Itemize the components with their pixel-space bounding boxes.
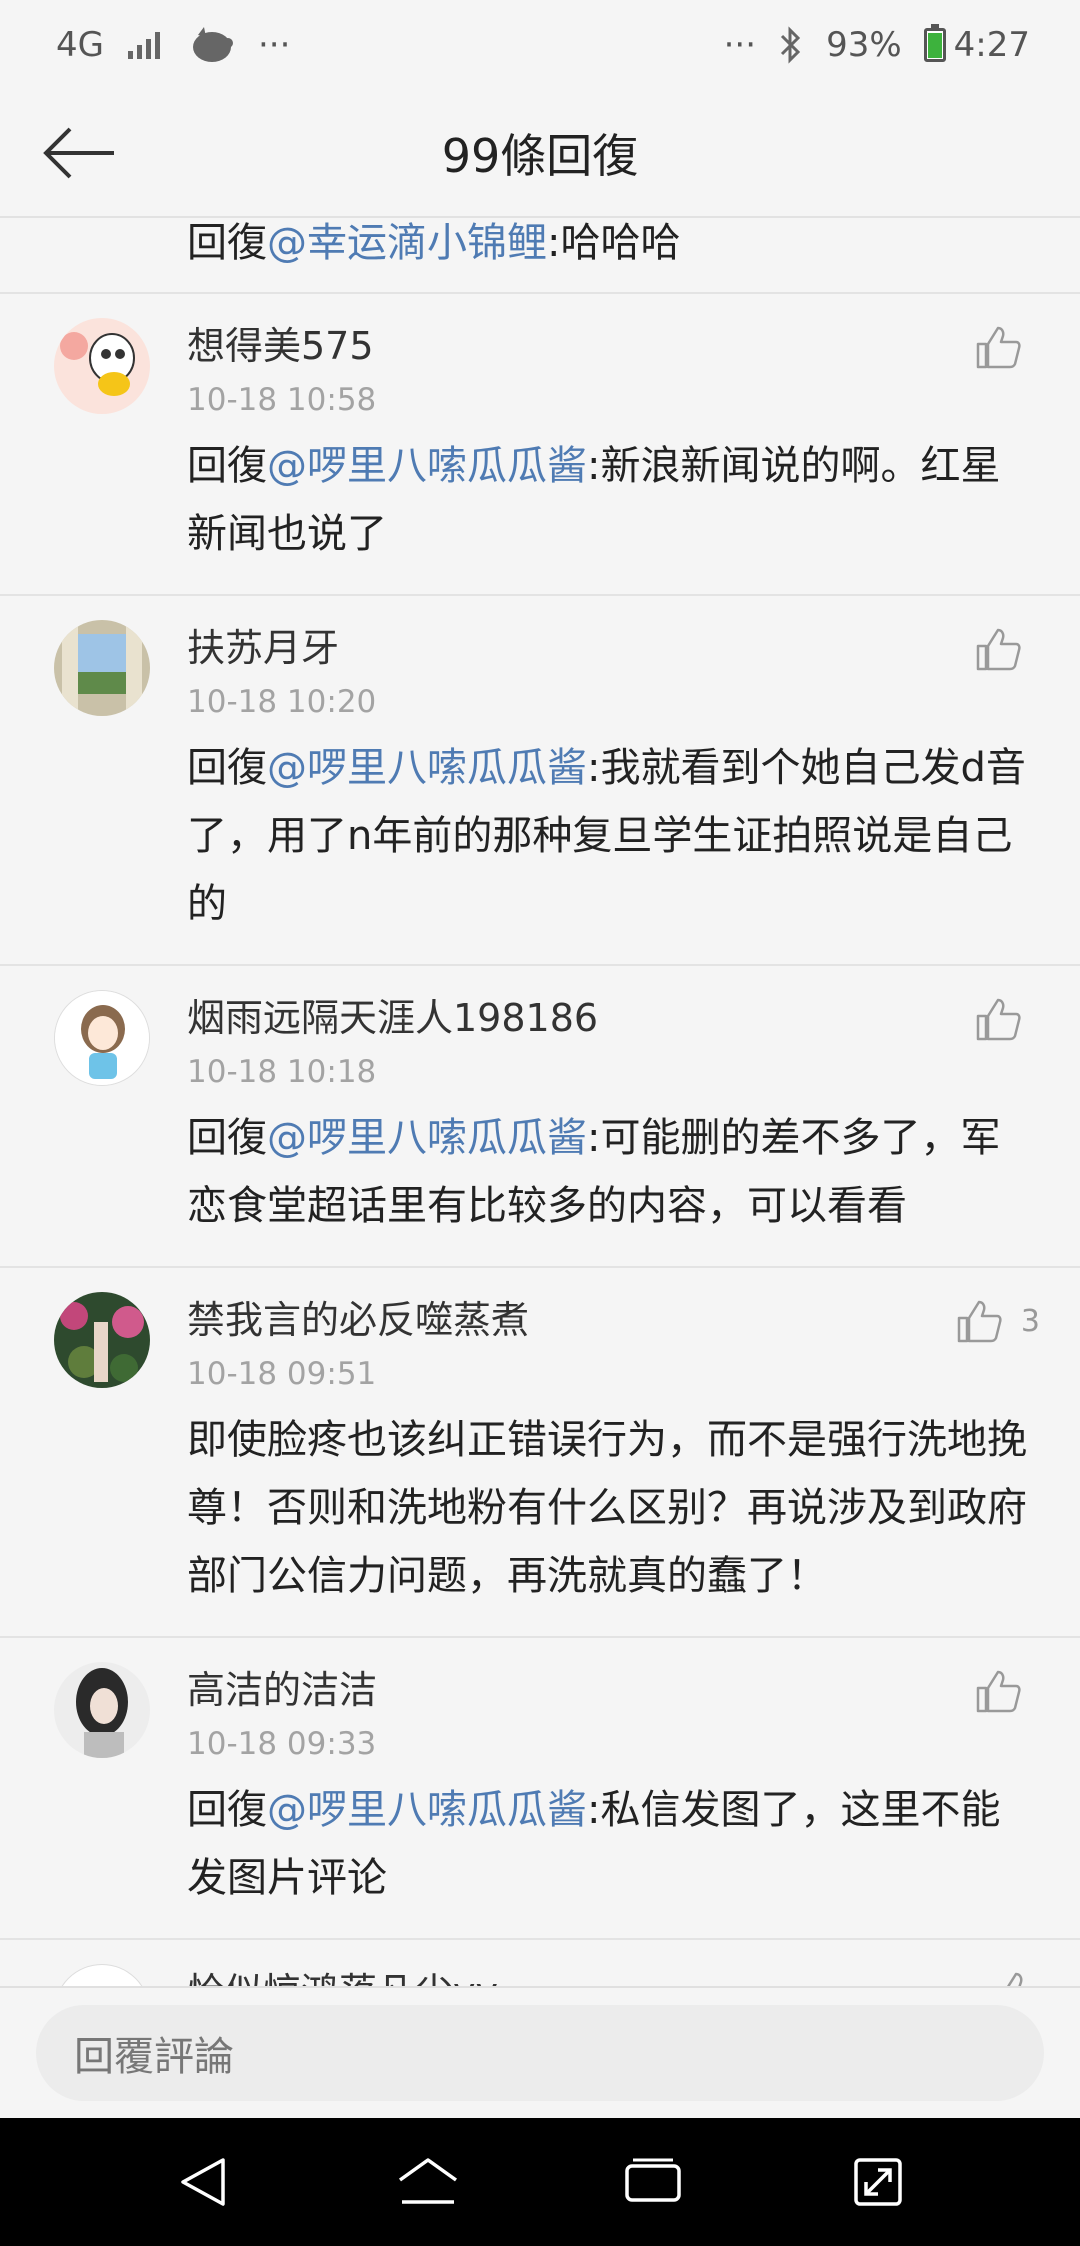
like-button[interactable] (992, 1970, 1040, 1986)
comment-text: 回復@啰里八嗦瓜瓜酱:我就看到个她自己发d音了，用了n年前的那种复旦学生证拍照说… (187, 734, 1030, 964)
notification-more: ··· (257, 25, 291, 65)
nav-back-button[interactable] (163, 2142, 243, 2222)
nav-recents-button[interactable] (613, 2142, 693, 2222)
nav-home-button[interactable] (388, 2142, 468, 2222)
network-type: 4G (56, 25, 104, 65)
username[interactable]: 高洁的洁洁 (187, 1638, 1030, 1714)
battery-percent: 93% (826, 25, 902, 65)
like-button[interactable] (974, 1668, 1040, 1714)
reply-prefix: 回復 (187, 1787, 267, 1833)
like-button[interactable] (974, 324, 1040, 370)
reply-prefix: 回復 (187, 443, 267, 489)
mention-link[interactable]: @啰里八嗦瓜瓜酱 (267, 1787, 587, 1833)
reply-prefix: 回復 (187, 1115, 267, 1161)
avatar[interactable] (54, 990, 150, 1086)
avatar[interactable] (54, 1662, 150, 1758)
reply-prefix: 回復 (187, 220, 267, 266)
expand-screen-icon (853, 2158, 902, 2206)
username[interactable]: 扶苏月牙 (187, 596, 1030, 672)
list-item: 恰似惊鸿落凡尘yy (0, 1940, 1080, 1986)
pig-app-icon (192, 27, 233, 62)
nav-expand-button[interactable] (838, 2142, 918, 2222)
reply-list[interactable]: 回復@幸运滴小锦鲤:哈哈哈 想得美575 10-18 10:58 回復@啰里八嗦… (0, 218, 1080, 1986)
page-title: 99條回復 (441, 129, 639, 183)
list-item: 高洁的洁洁 10-18 09:33 回復@啰里八嗦瓜瓜酱:私信发图了，这里不能发… (0, 1638, 1080, 1940)
thumbs-up-icon (976, 1670, 1021, 1713)
thumbs-up-icon (1007, 1972, 1023, 1986)
timestamp: 10-18 10:18 (187, 1054, 377, 1090)
nav-back-icon (180, 2158, 225, 2206)
list-item: 烟雨远隔天涯人198186 10-18 10:18 回復@啰里八嗦瓜瓜酱:可能删… (0, 966, 1080, 1268)
list-item: 回復@幸运滴小锦鲤:哈哈哈 (0, 218, 1080, 294)
mention-link[interactable]: @幸运滴小锦鲤 (267, 220, 547, 266)
nav-home-icon (398, 2158, 457, 2204)
reply-text: 即使脸疼也该纠正错误行为，而不是强行洗地挽尊！否则和洗地粉有什么区别？再说涉及到… (187, 1417, 1027, 1599)
comment-text: 回復@啰里八嗦瓜瓜酱:私信发图了，这里不能发图片评论 (187, 1776, 1030, 1938)
comment-text: 回復@啰里八嗦瓜瓜酱:可能删的差不多了，军恋食堂超话里有比较多的内容，可以看看 (187, 1104, 1030, 1266)
mention-link[interactable]: @啰里八嗦瓜瓜酱 (267, 745, 587, 791)
username[interactable]: 禁我言的必反噬蒸煮 (187, 1268, 1030, 1344)
signal-icon (127, 32, 160, 59)
avatar[interactable] (54, 318, 150, 414)
status-bar: 4G ··· ··· 93% 4:27 (0, 0, 1080, 90)
reply-text: :哈哈哈 (547, 220, 681, 266)
list-item: 扶苏月牙 10-18 10:20 回復@啰里八嗦瓜瓜酱:我就看到个她自己发d音了… (0, 596, 1080, 966)
status-more: ··· (723, 25, 757, 65)
mention-link[interactable]: @啰里八嗦瓜瓜酱 (267, 443, 587, 489)
like-button[interactable]: 3 (955, 1298, 1040, 1344)
clock: 4:27 (953, 25, 1030, 65)
back-arrow-icon (43, 127, 114, 179)
list-item: 禁我言的必反噬蒸煮 10-18 09:51 即使脸疼也该纠正错误行为，而不是强行… (0, 1268, 1080, 1638)
timestamp: 10-18 10:20 (187, 684, 377, 720)
timestamp: 10-18 10:58 (187, 382, 377, 418)
nav-recents-icon (624, 2158, 681, 2202)
avatar[interactable] (54, 1292, 150, 1388)
username[interactable]: 恰似惊鸿落凡尘yy (187, 1940, 1030, 1986)
username[interactable]: 想得美575 (187, 294, 1030, 370)
like-count: 3 (1020, 1303, 1040, 1339)
reply-comment-placeholder: 回覆評論 (74, 2034, 234, 2080)
timestamp: 10-18 09:33 (187, 1726, 377, 1762)
username[interactable]: 烟雨远隔天涯人198186 (187, 966, 1030, 1042)
thumbs-up-icon (976, 628, 1021, 671)
thumbs-up-icon (957, 1300, 1002, 1343)
back-button[interactable] (40, 118, 120, 188)
thumbs-up-icon (976, 998, 1021, 1041)
top-nav-bar: 99條回復 (0, 90, 1080, 218)
like-button[interactable] (974, 996, 1040, 1042)
comment-text: 即使脸疼也该纠正错误行为，而不是强行洗地挽尊！否则和洗地粉有什么区别？再说涉及到… (187, 1406, 1030, 1636)
avatar[interactable] (54, 620, 150, 716)
comment-bar: 回覆評論 (0, 1986, 1080, 2118)
list-item: 想得美575 10-18 10:58 回復@啰里八嗦瓜瓜酱:新浪新闻说的啊。红星… (0, 294, 1080, 596)
system-nav-bar (0, 2118, 1080, 2246)
avatar[interactable] (54, 1964, 150, 1986)
comment-text: 回復@啰里八嗦瓜瓜酱:新浪新闻说的啊。红星新闻也说了 (187, 432, 1030, 594)
mention-link[interactable]: @啰里八嗦瓜瓜酱 (267, 1115, 587, 1161)
battery-icon (923, 24, 946, 62)
reply-comment-input[interactable]: 回覆評論 (36, 2005, 1044, 2101)
like-button[interactable] (974, 626, 1040, 672)
timestamp: 10-18 09:51 (187, 1356, 377, 1392)
thumbs-up-icon (976, 326, 1021, 369)
bluetooth-icon (781, 26, 801, 64)
reply-prefix: 回復 (187, 745, 267, 791)
